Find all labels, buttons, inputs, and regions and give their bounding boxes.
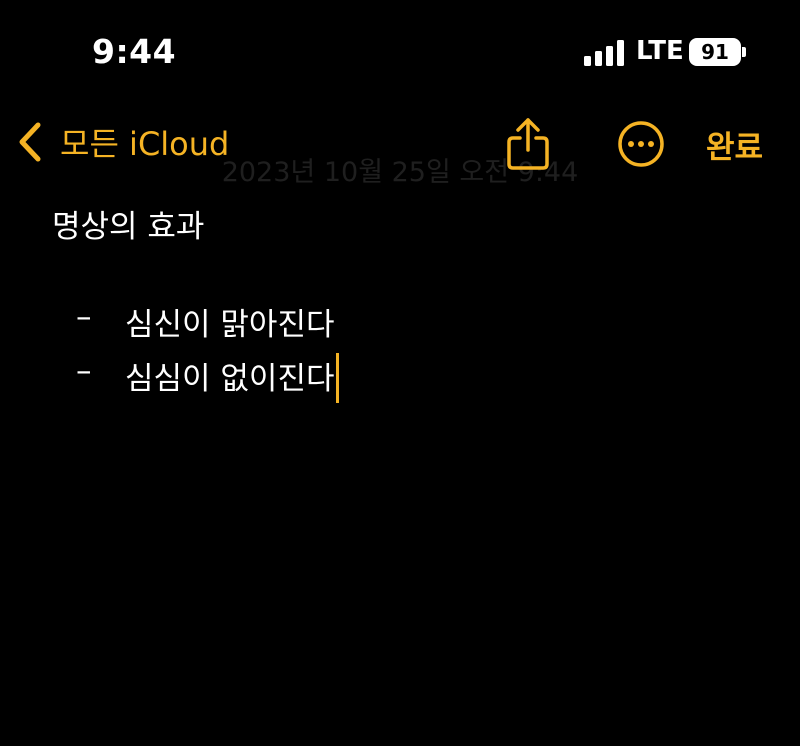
list-item: – 심심이 없이진다 [0, 353, 800, 407]
list-item-text: 심심이 없이진다 [125, 361, 335, 397]
status-time: 9:44 [92, 32, 177, 71]
share-icon[interactable] [505, 116, 551, 172]
list-item-text-wrapper: 심심이 없이진다 [125, 353, 339, 403]
bullet-dash: – [76, 353, 92, 389]
ellipsis-circle-icon[interactable] [617, 120, 665, 168]
note-title: 명상의 효과 [52, 209, 205, 245]
done-button[interactable]: 완료 [706, 122, 763, 167]
back-button-label: 모든 iCloud [60, 125, 230, 163]
back-button[interactable]: 모든 iCloud [16, 120, 229, 164]
nav-bar: 모든 iCloud 완료 [0, 110, 800, 180]
chevron-left-icon [19, 122, 41, 162]
list-item: – 심신이 맑아진다 [0, 299, 800, 353]
note-editor[interactable]: 명상의 효과 – 심신이 맑아진다 – 심심이 없이진다 [0, 195, 800, 735]
status-bar: 9:44 LTE 91 [0, 0, 800, 100]
battery-level: 91 [701, 40, 729, 64]
battery-nub [742, 47, 746, 57]
bullet-list: – 심신이 맑아진다 – 심심이 없이진다 [0, 299, 800, 407]
list-item-text: 심신이 맑아진다 [125, 307, 335, 343]
text-cursor [335, 353, 339, 403]
network-type: LTE [636, 36, 684, 66]
battery-icon: 91 [689, 38, 741, 66]
cellular-signal-icon [584, 40, 628, 66]
bullet-dash: – [76, 299, 92, 335]
